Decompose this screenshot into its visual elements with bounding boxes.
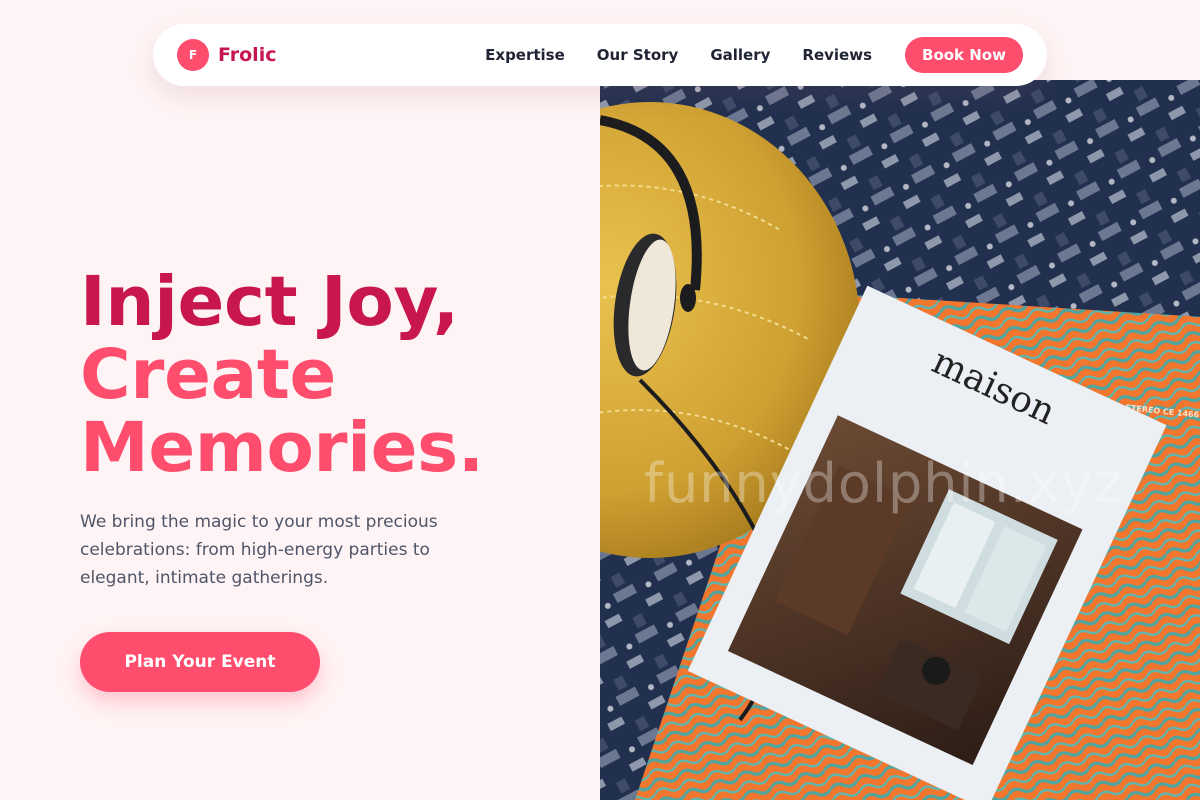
nav-link-gallery[interactable]: Gallery: [710, 46, 770, 64]
hero-description: We bring the magic to your most precious…: [80, 512, 438, 588]
plan-your-event-button[interactable]: Plan Your Event: [80, 632, 320, 692]
hero-title-line-3: Memories.: [80, 408, 484, 488]
logo-icon: F: [177, 39, 209, 71]
hero-title: Inject Joy, Create Memories.: [80, 266, 484, 485]
nav-link-our-story[interactable]: Our Story: [597, 46, 679, 64]
brand-logo[interactable]: F Frolic: [177, 39, 276, 71]
hero-photo: STEREO CE 1466 maison: [600, 80, 1200, 800]
hero-image: STEREO CE 1466 maison funnydolphin.xyz: [600, 80, 1200, 800]
nav-links: Expertise Our Story Gallery Reviews Book…: [485, 37, 1023, 73]
hero-title-line-2: Create: [80, 335, 337, 415]
nav-link-expertise[interactable]: Expertise: [485, 46, 565, 64]
nav-link-reviews[interactable]: Reviews: [802, 46, 872, 64]
hero-title-line-1: Inject Joy,: [80, 262, 459, 342]
book-now-button[interactable]: Book Now: [905, 37, 1023, 73]
navbar: F Frolic Expertise Our Story Gallery Rev…: [153, 24, 1047, 86]
brand-name: Frolic: [218, 44, 277, 66]
watermark-text: funnydolphin.xyz: [644, 452, 1124, 515]
